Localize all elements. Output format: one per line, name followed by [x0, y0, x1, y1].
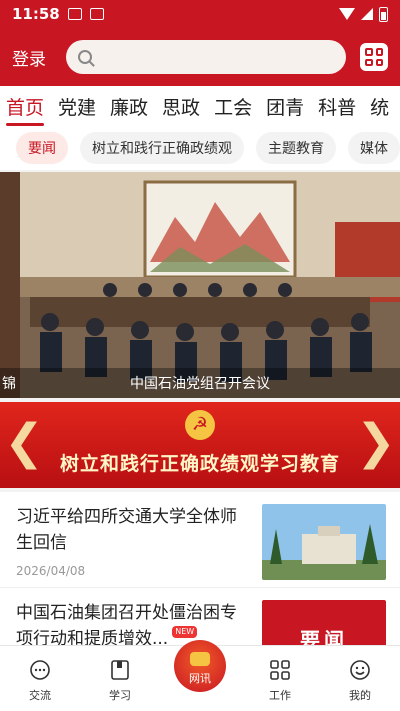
status-bar: 11:58 — [0, 0, 400, 28]
sub-category-chips: 要闻 树立和践行正确政绩观 主题教育 媒体 — [0, 126, 400, 170]
qr-code-icon[interactable] — [360, 43, 388, 71]
chat-icon — [30, 660, 50, 680]
bottom-navigation: 交流 学习 网讯 工作 我的 — [0, 640, 400, 711]
nav-chat[interactable]: 交流 — [0, 646, 80, 711]
search-icon — [78, 50, 92, 64]
login-button[interactable]: 登录 — [12, 45, 56, 70]
app-notification-icon — [89, 8, 104, 20]
tab-integrity[interactable]: 廉政 — [110, 93, 148, 120]
battery-icon — [379, 6, 388, 22]
tab-union[interactable]: 工会 — [214, 93, 252, 120]
new-badge: NEW — [172, 626, 198, 638]
news-title: 习近平给四所交通大学全体师生回信 — [16, 507, 237, 553]
smiley-icon — [350, 660, 370, 680]
tab-home[interactable]: 首页 — [6, 93, 45, 126]
prev-slide-caption: 锦 — [2, 376, 16, 392]
book-icon — [111, 660, 129, 680]
tab-ideology[interactable]: 思政 — [162, 93, 200, 120]
tab-youth[interactable]: 团青 — [266, 93, 304, 120]
nav-profile[interactable]: 我的 — [320, 646, 400, 711]
tab-party-building[interactable]: 党建 — [58, 93, 96, 120]
search-input[interactable] — [66, 40, 346, 74]
category-tabs: 首页 党建 廉政 思政 工会 团青 科普 统 — [0, 86, 400, 126]
chip-theme-education[interactable]: 主题教育 — [256, 132, 336, 164]
nav-news[interactable]: 网讯 — [160, 640, 240, 711]
tab-science[interactable]: 科普 — [318, 93, 356, 120]
meeting-photo — [0, 172, 400, 398]
carousel-caption: 锦 中国石油党组召开会议 — [0, 368, 400, 398]
tab-more[interactable]: 统 — [370, 93, 389, 120]
chip-media[interactable]: 媒体 — [348, 132, 400, 164]
promo-banner[interactable]: ❮ ❯ ☭ 树立和践行正确政绩观学习教育 — [0, 402, 400, 488]
current-slide-caption: 中国石油党组召开会议 — [130, 376, 270, 392]
gallery-icon — [67, 8, 82, 20]
carousel-banner[interactable]: 锦 中国石油党组召开会议 — [0, 172, 400, 398]
promo-title: 树立和践行正确政绩观学习教育 — [59, 453, 340, 475]
chip-performance-view[interactable]: 树立和践行正确政绩观 — [80, 132, 244, 164]
app-header: 登录 — [0, 28, 400, 86]
grid-icon — [270, 660, 290, 680]
list-item[interactable]: 习近平给四所交通大学全体师生回信 2026/04/08 — [0, 492, 400, 588]
chip-headlines[interactable]: 要闻 — [16, 132, 68, 164]
news-date: 2026/04/08 — [16, 564, 86, 578]
status-time: 11:58 — [12, 5, 60, 23]
nav-study[interactable]: 学习 — [80, 646, 160, 711]
news-thumbnail — [262, 504, 386, 580]
wifi-icon — [339, 8, 355, 20]
top-bar: 11:58 登录 — [0, 0, 400, 86]
party-emblem-icon: ☭ — [185, 410, 215, 440]
party-emblem-icon — [190, 652, 210, 666]
nav-work[interactable]: 工作 — [240, 646, 320, 711]
signal-icon — [361, 8, 373, 20]
nav-news-bubble[interactable]: 网讯 — [174, 640, 226, 692]
